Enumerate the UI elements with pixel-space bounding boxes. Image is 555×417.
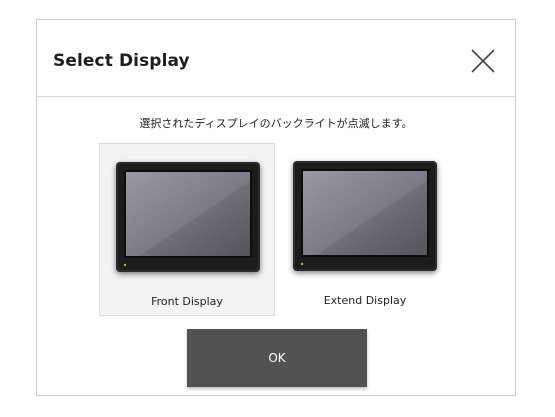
close-button[interactable] — [469, 47, 497, 75]
select-display-dialog: Select Display 選択されたディスプレイのバックライトが点滅します。 — [36, 19, 516, 396]
extend-display-label: Extend Display — [323, 294, 407, 307]
title-divider — [37, 96, 515, 97]
extend-display-icon — [293, 161, 437, 271]
front-display-icon — [116, 162, 260, 272]
close-icon — [471, 49, 495, 73]
instruction-message: 選択されたディスプレイのバックライトが点滅します。 — [139, 117, 413, 130]
extend-display-option[interactable]: Extend Display — [277, 143, 453, 316]
front-display-label: Front Display — [151, 295, 223, 308]
front-display-option[interactable]: Front Display — [99, 143, 275, 316]
dialog-title: Select Display — [53, 51, 190, 71]
ok-button[interactable]: OK — [187, 329, 367, 387]
